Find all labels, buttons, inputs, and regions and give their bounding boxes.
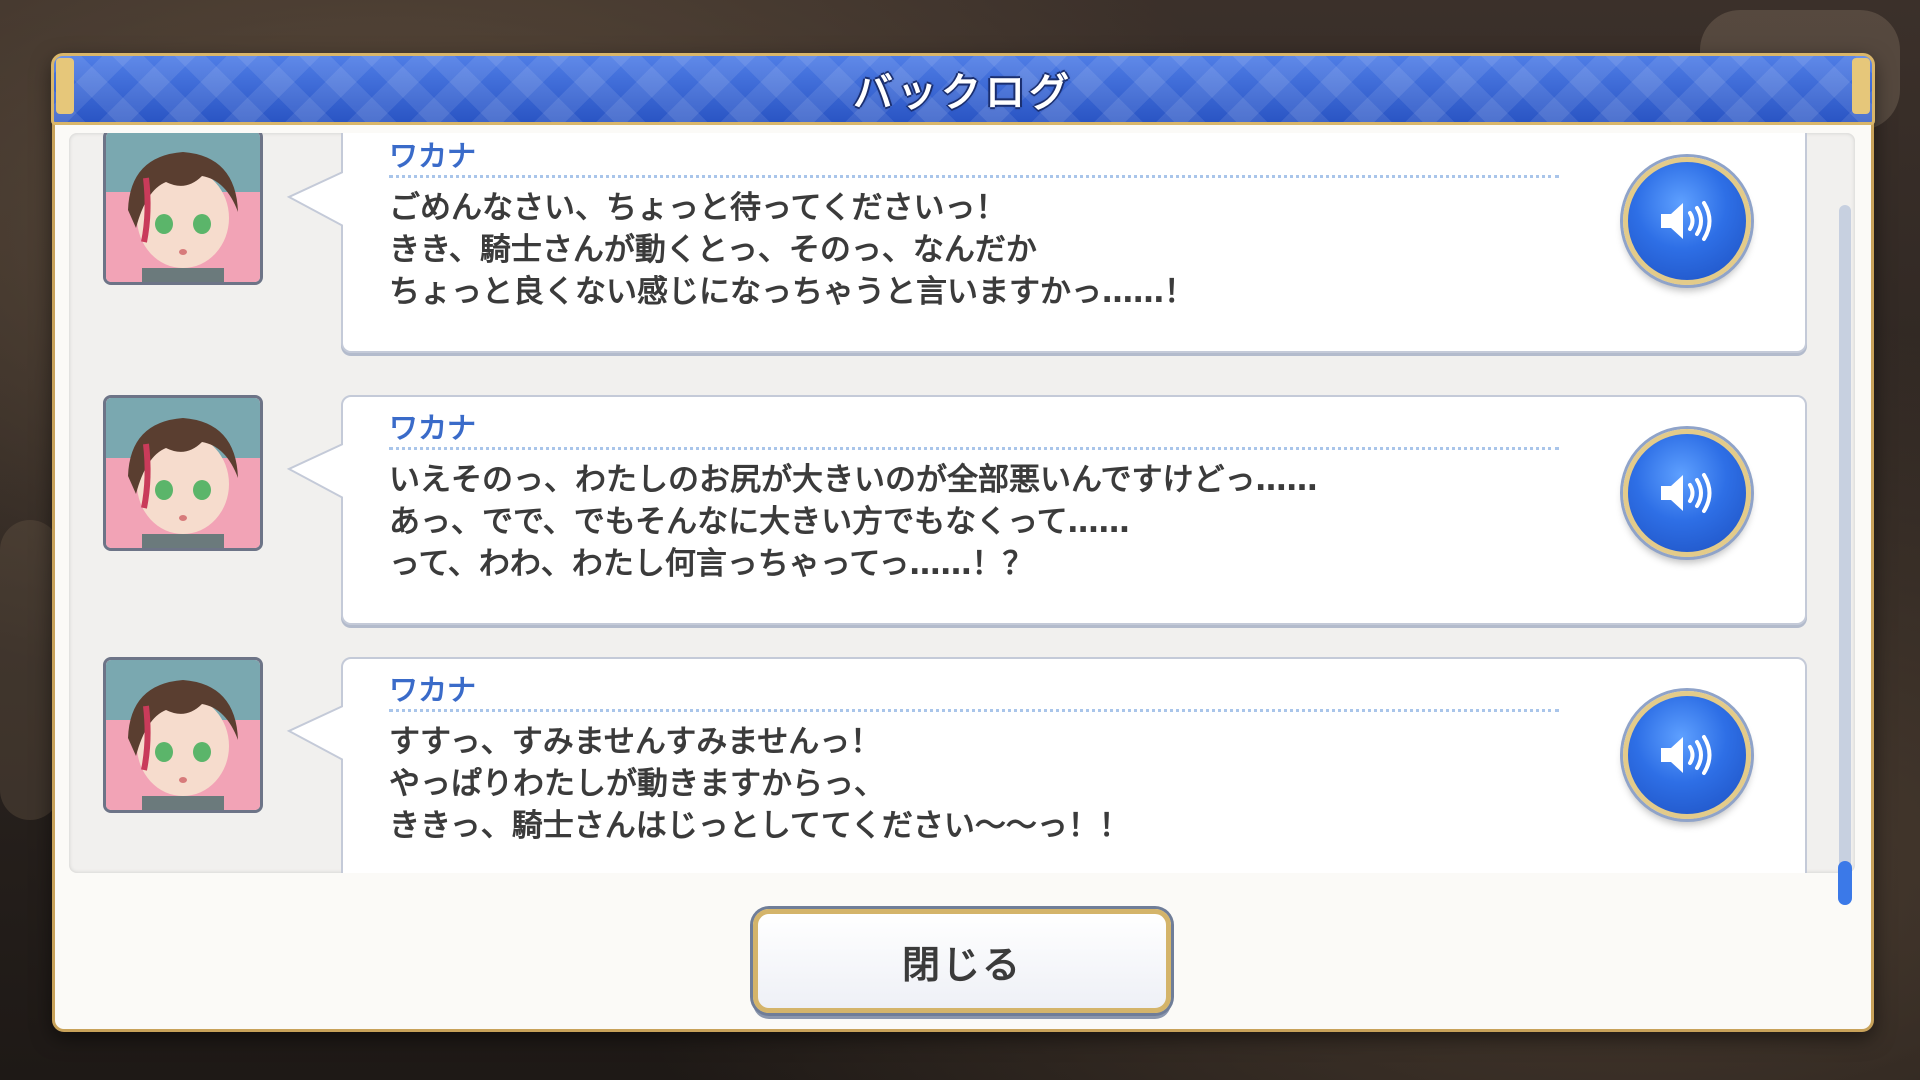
divider (389, 175, 1559, 178)
speaker-name: ワカナ (389, 411, 477, 445)
dialog-titlebar: バックログ (51, 53, 1875, 125)
dialogue-line: ちょっと良くない感じになっちゃうと言いますかっ……！ (389, 274, 1195, 310)
scrollbar-thumb[interactable] (1838, 861, 1852, 905)
dialogue-line: って、わわ、わたし何言っちゃってっ……！？ (389, 546, 1034, 582)
bubble-tail (286, 169, 347, 229)
dialogue-line: やっぱりわたしが動きますからっ、 (389, 766, 885, 802)
dialogue-text: すすっ、すみませんすみませんっ！ やっぱりわたしが動きますからっ、 ききっ、騎士… (389, 721, 1539, 847)
voice-play-button[interactable] (1623, 691, 1751, 819)
dialogue-bubble: ワカナ いえそのっ、わたしのお尻が大きいのが全部悪いんですけどっ…… あっ、でで… (286, 395, 1807, 625)
list-item: ワカナ ごめんなさい、ちょっと待ってくださいっ！ きき、騎士さんが動くとっ、その… (69, 133, 1855, 359)
speaker-name: ワカナ (389, 673, 477, 707)
character-avatar (103, 395, 263, 551)
speaker-name: ワカナ (389, 139, 477, 173)
speaker-volume-icon (1661, 735, 1712, 775)
backlog-list[interactable]: ワカナ ごめんなさい、ちょっと待ってくださいっ！ きき、騎士さんが動くとっ、その… (69, 133, 1855, 873)
list-item: ワカナ すすっ、すみませんすみませんっ！ やっぱりわたしが動きますからっ、 きき… (69, 657, 1855, 873)
dialogue-line: すすっ、すみませんすみませんっ！ (389, 724, 882, 760)
dialogue-line: あっ、でで、でもそんなに大きい方でもなくって…… (389, 504, 1130, 540)
background-scenery (0, 520, 60, 820)
speaker-volume-icon (1661, 201, 1712, 241)
dialogue-line: ききっ、騎士さんはじっとしててください～～っ！！ (389, 808, 1130, 844)
dialogue-line: ごめんなさい、ちょっと待ってくださいっ！ (389, 190, 1007, 226)
list-item: ワカナ いえそのっ、わたしのお尻が大きいのが全部悪いんですけどっ…… あっ、でで… (69, 395, 1855, 631)
speaker-volume-icon (1661, 473, 1712, 513)
dialogue-text: いえそのっ、わたしのお尻が大きいのが全部悪いんですけどっ…… あっ、でで、でもそ… (389, 459, 1539, 585)
dialogue-line: きき、騎士さんが動くとっ、そのっ、なんだか (389, 232, 1037, 268)
divider (389, 709, 1559, 712)
character-avatar (103, 133, 263, 285)
scrollbar[interactable] (1838, 205, 1852, 905)
voice-play-button[interactable] (1623, 429, 1751, 557)
titlebar-ornament (56, 58, 74, 114)
close-button-label: 閉じる (901, 942, 1022, 987)
dialogue-bubble: ワカナ ごめんなさい、ちょっと待ってくださいっ！ きき、騎士さんが動くとっ、その… (286, 133, 1807, 353)
backlog-dialog: バックログ ワカナ ごめんなさい、ちょっと待ってくださいっ！ きき、騎士さんが動… (51, 53, 1875, 1032)
character-avatar (103, 657, 263, 813)
dialog-title: バックログ (853, 70, 1073, 116)
dialogue-text: ごめんなさい、ちょっと待ってくださいっ！ きき、騎士さんが動くとっ、そのっ、なん… (389, 187, 1539, 313)
bubble-tail (286, 441, 347, 501)
dialogue-line: いえそのっ、わたしのお尻が大きいのが全部悪いんですけどっ…… (389, 462, 1318, 498)
bubble-tail (286, 703, 347, 763)
voice-play-button[interactable] (1623, 157, 1751, 285)
titlebar-ornament (1852, 58, 1870, 114)
dialogue-bubble: ワカナ すすっ、すみませんすみませんっ！ やっぱりわたしが動きますからっ、 きき… (286, 657, 1807, 873)
divider (389, 447, 1559, 450)
close-button[interactable]: 閉じる (753, 909, 1171, 1013)
